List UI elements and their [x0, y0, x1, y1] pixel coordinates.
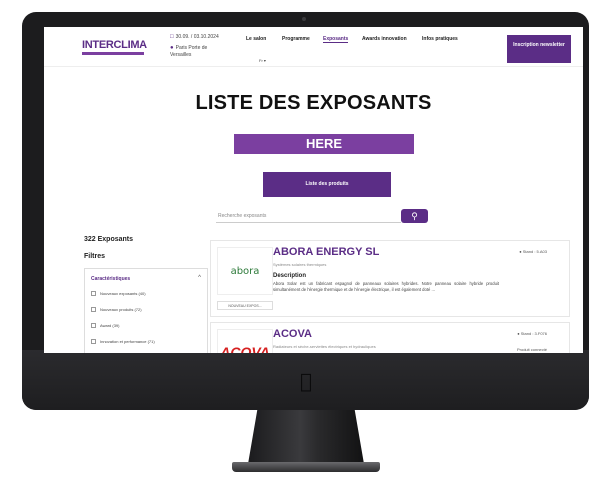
new-exhibitor-badge: NOUVEAU EXPOS... — [217, 301, 273, 310]
chevron-up-icon[interactable]: ^ — [198, 275, 201, 281]
logo-underline — [82, 52, 144, 55]
imac-mockup:  INTERCLIMA □30.09. / 03.10.2024 ●Paris… — [0, 0, 600, 483]
products-list-button[interactable]: Liste des produits — [263, 172, 391, 197]
filter-option-label: Innovation et performance (71) — [100, 339, 155, 344]
nav-le-salon[interactable]: Le salon — [246, 36, 266, 42]
nav-infos-pratiques[interactable]: Infos pratiques — [422, 36, 458, 42]
exhibitor-subtitle: Systèmes solaires thermiques — [273, 262, 327, 267]
exhibitor-subtitle: Radiateurs et sèche-serviettes électriqu… — [273, 344, 376, 349]
filter-option-label: Nouveaux exposants (40) — [100, 291, 146, 296]
site-header: INTERCLIMA □ 30.09. / 03.10.2024 ● Paris P… — [44, 27, 583, 67]
nav-awards-innovation[interactable]: Awards innovation — [362, 36, 407, 42]
apple-logo-icon:  — [300, 369, 312, 393]
stand-text: Stand : 3.F076 — [520, 331, 547, 336]
checkbox[interactable] — [91, 291, 96, 297]
exhibitor-card[interactable]: ACOVA ACOVA ● Stand : 3.F076 Radiateurs … — [210, 322, 570, 353]
checkbox[interactable] — [91, 339, 96, 345]
filter-section-title[interactable]: Caractéristiques — [91, 276, 130, 282]
exhibitor-extra: Produit connecté — [516, 347, 547, 352]
filter-option-label: Award (39) — [100, 323, 120, 328]
filter-option[interactable]: Nouveaux produits (72) — [91, 307, 142, 313]
exhibitor-count: 322 Exposants — [84, 236, 134, 243]
calendar-icon: □ — [170, 34, 174, 40]
location-pin-icon: ● — [170, 45, 174, 51]
search-icon: ⚲ — [411, 211, 418, 221]
language-selector[interactable]: Fr ▾ — [259, 58, 266, 63]
acova-logo-text: ACOVA — [220, 344, 270, 353]
date-text: 30.09. / 03.10.2024 — [175, 34, 219, 40]
interclima-logo[interactable]: INTERCLIMA — [82, 39, 147, 51]
abora-logo-text: abora — [230, 266, 260, 277]
page-title: LISTE DES EXPOSANTS — [195, 92, 432, 114]
description-heading: Description — [273, 273, 307, 279]
venue-text: Paris Porte de Versailles — [170, 45, 208, 58]
filters-title: Filtres — [84, 253, 106, 260]
filter-option[interactable]: Innovation et performance (71) — [91, 339, 155, 345]
checkbox[interactable] — [91, 323, 96, 329]
search-button[interactable]: ⚲ — [401, 209, 428, 223]
language-label: Fr — [259, 58, 263, 63]
exhibitor-name[interactable]: ACOVA — [273, 328, 312, 340]
event-dates: □ 30.09. / 03.10.2024 — [170, 34, 219, 40]
exhibitor-stand: ● Stand : 3.F076 — [517, 331, 547, 336]
here-banner: HERE — [234, 134, 414, 154]
checkbox[interactable] — [91, 307, 96, 313]
exhibitor-stand: ● Stand : 5.A03 — [519, 249, 547, 254]
event-venue: ● Paris Porte de Versailles — [170, 45, 225, 59]
camera-dot — [302, 17, 306, 21]
monitor-foot — [232, 462, 380, 472]
filter-option-label: Nouveaux produits (72) — [100, 307, 142, 312]
newsletter-signup-button[interactable]: Inscription newsletter — [507, 35, 571, 63]
exhibitor-logo: ACOVA — [217, 329, 273, 353]
filter-option[interactable]: Nouveaux exposants (40) — [91, 291, 146, 297]
exhibitor-search-input[interactable]: Recherche exposants — [216, 211, 401, 223]
filter-option[interactable]: Award (39) — [91, 323, 120, 329]
exhibitor-name[interactable]: ABORA ENERGY SL — [273, 246, 379, 258]
nav-exposants[interactable]: Exposants — [323, 36, 349, 43]
exhibitor-card[interactable]: abora ABORA ENERGY SL ● Stand : 5.A03 Sy… — [210, 240, 570, 317]
exhibitor-description: Abora Solar est un fabricant espagnol de… — [273, 281, 499, 292]
stand-text: Stand : 5.A03 — [522, 249, 547, 254]
monitor-stand — [248, 410, 364, 464]
exhibitor-logo: abora — [217, 247, 273, 295]
nav-programme[interactable]: Programme — [282, 36, 310, 42]
browser-screen: INTERCLIMA □ 30.09. / 03.10.2024 ● Paris P… — [44, 27, 583, 353]
filter-panel: Caractéristiques ^ Nouveaux exposants (4… — [84, 268, 208, 353]
